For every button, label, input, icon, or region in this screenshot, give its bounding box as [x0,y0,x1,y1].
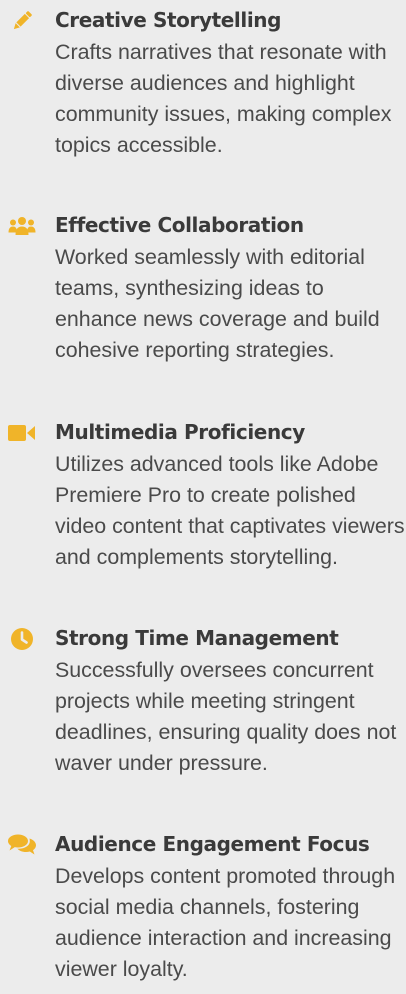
skill-title: Multimedia Proficiency [55,420,305,444]
skill-description: Worked seamlessly with editorial teams, … [55,245,380,362]
comments-icon [8,834,36,856]
skill-description: Successfully oversees concurrent project… [55,658,397,775]
skill-title: Effective Collaboration [55,213,304,237]
skill-title: Strong Time Management [55,626,339,650]
users-icon [8,215,36,237]
skills-list: Creative Storytelling Crafts narratives … [0,0,406,994]
video-camera-icon [8,422,36,444]
clock-icon [8,628,36,650]
pencil-icon [8,10,36,32]
skill-description: Crafts narratives that resonate with div… [55,40,392,157]
skill-title: Creative Storytelling [55,8,282,32]
skill-description: Utilizes advanced tools like Adobe Premi… [55,452,405,569]
skill-description: Develops content promoted through social… [55,864,396,981]
skill-title: Audience Engagement Focus [55,832,370,856]
